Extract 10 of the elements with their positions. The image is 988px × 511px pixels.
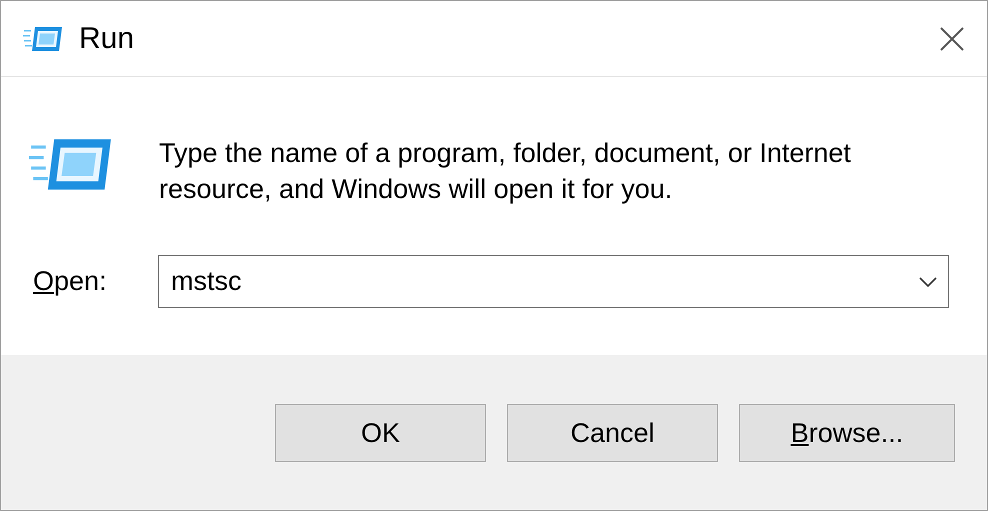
dropdown-icon[interactable]: [919, 277, 937, 287]
open-field[interactable]: mstsc: [158, 255, 949, 308]
window-title: Run: [79, 21, 134, 57]
dialog-button[interactable]: OK: [275, 404, 486, 462]
close-icon[interactable]: [939, 26, 965, 52]
dialog-button[interactable]: Browse...: [739, 404, 955, 462]
run-icon: [23, 24, 63, 52]
open-label: Open:: [33, 265, 108, 298]
dialog-button[interactable]: Cancel: [507, 404, 718, 462]
instruction-text: Type the name of a program, folder, document, or Internet resource, and Windows will open it for you.: [159, 137, 852, 206]
